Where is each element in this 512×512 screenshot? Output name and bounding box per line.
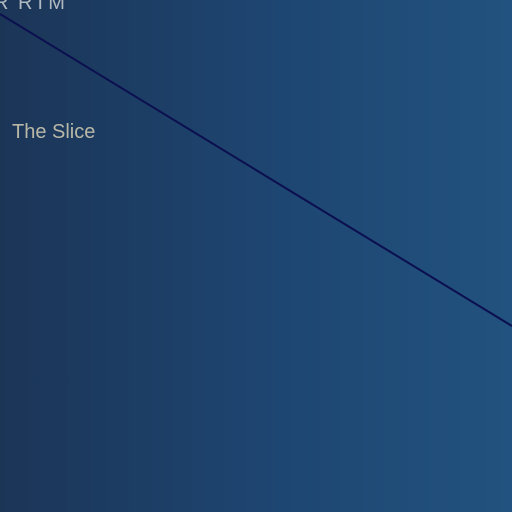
slice-label[interactable]: The Slice: [12, 121, 95, 144]
top-cut-off-text: R RTM: [0, 0, 67, 14]
divider-line: [0, 13, 512, 327]
screen-canvas: R RTM The Slice: [0, 0, 512, 512]
diagonal-divider: [0, 13, 512, 327]
